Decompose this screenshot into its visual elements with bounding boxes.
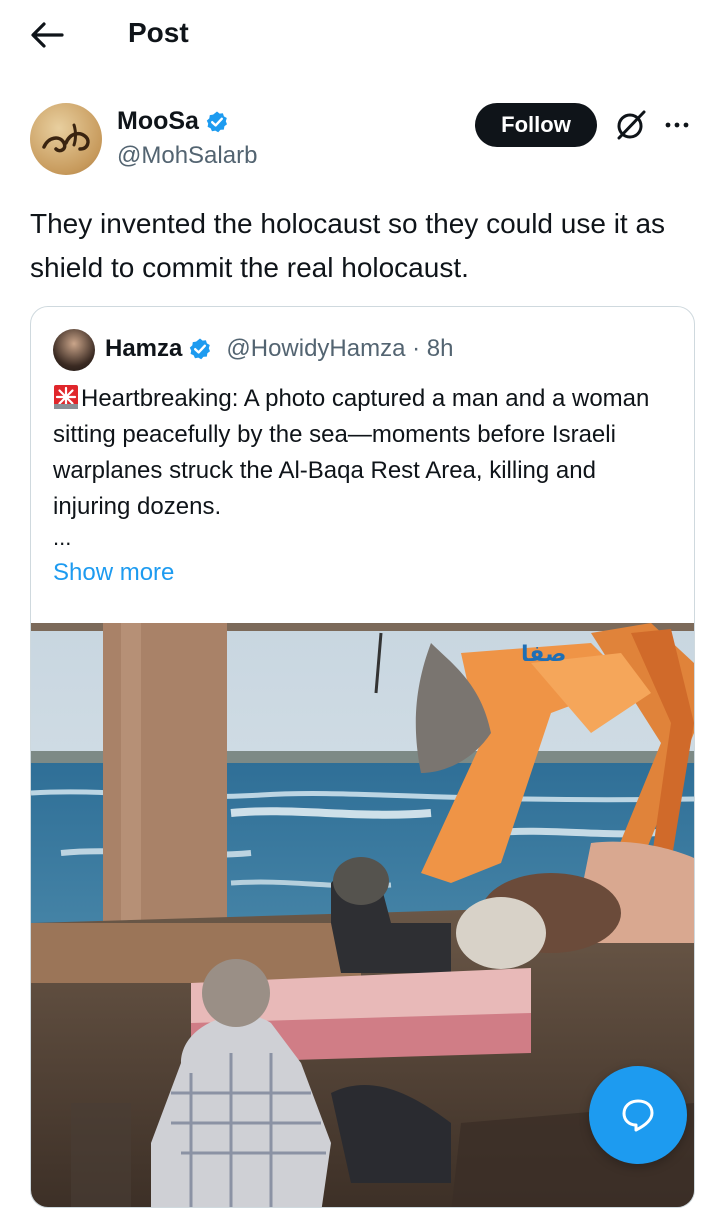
top-bar: Post bbox=[0, 0, 721, 72]
grok-icon[interactable] bbox=[614, 108, 648, 142]
author-avatar[interactable] bbox=[30, 103, 102, 175]
rotating-light-emoji-icon bbox=[54, 385, 78, 409]
follow-button[interactable]: Follow bbox=[475, 103, 597, 147]
avatar-calligraphy-image bbox=[42, 123, 90, 153]
verified-badge-icon bbox=[206, 111, 227, 132]
show-more-link[interactable]: Show more bbox=[53, 559, 174, 587]
author-handle[interactable]: @MohSalarb bbox=[117, 142, 257, 170]
quoted-post-card[interactable]: Hamza @HowidyHamza · 8h Heartbreaking: A… bbox=[30, 306, 695, 1208]
author-name-row: MooSa bbox=[117, 107, 229, 136]
verified-badge-icon bbox=[190, 338, 211, 360]
media-watermark: صفا bbox=[521, 642, 566, 667]
quoted-author-avatar[interactable] bbox=[53, 329, 95, 371]
post-text: They invented the holocaust so they coul… bbox=[30, 208, 666, 283]
author-name[interactable]: MooSa bbox=[117, 107, 199, 136]
compose-reply-button[interactable] bbox=[589, 1066, 687, 1164]
back-arrow-icon[interactable] bbox=[30, 20, 64, 50]
quoted-author-name[interactable]: Hamza bbox=[105, 335, 182, 363]
quoted-post-text: Heartbreaking: A photo captured a man an… bbox=[53, 385, 650, 520]
quoted-author-row: Hamza @HowidyHamza · 8h bbox=[105, 335, 453, 363]
quoted-author-handle-time: @HowidyHamza · 8h bbox=[226, 335, 454, 362]
quoted-post-text-block: Heartbreaking: A photo captured a man an… bbox=[53, 381, 673, 525]
more-options-icon[interactable] bbox=[663, 112, 691, 138]
page-title: Post bbox=[128, 17, 189, 48]
chat-bubble-icon bbox=[622, 1099, 654, 1132]
quoted-ellipsis: ... bbox=[53, 525, 72, 550]
